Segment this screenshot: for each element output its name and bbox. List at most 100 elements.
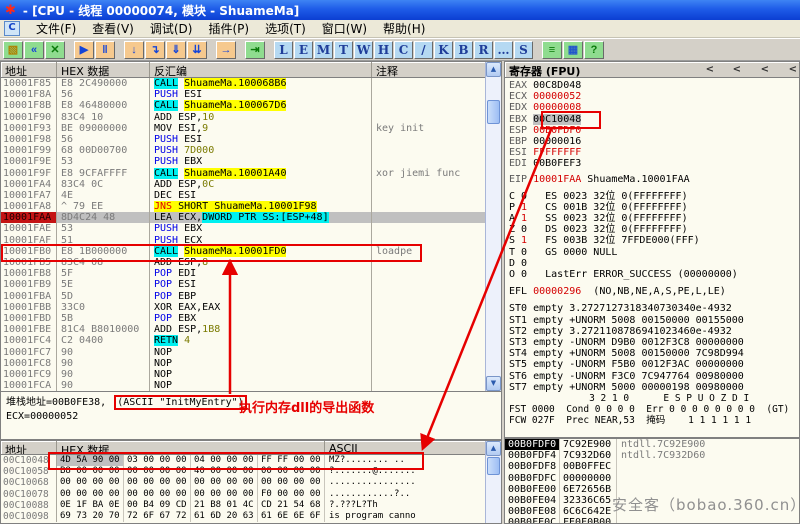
disasm-row[interactable]: 10001FBB33C0XOR EAX,EAX (1, 302, 485, 313)
disasm-row[interactable]: 10001F9E53PUSH EBX (1, 156, 485, 167)
disasm-row[interactable]: 10001FC790NOP (1, 347, 485, 358)
disasm-row[interactable]: 10001F93BE 09000000MOV ESI,9key init (1, 123, 485, 134)
source-window-button[interactable]: S (514, 41, 533, 59)
disasm-row[interactable]: 10001FA74EDEC ESI (1, 190, 485, 201)
disasm-row[interactable]: 10001FB95EPOP ESI (1, 279, 485, 290)
menu-item-1[interactable]: 查看(V) (84, 20, 142, 37)
register-efl[interactable]: EFL 00000296 (NO,NB,NE,A,S,PE,L,LE) (509, 286, 799, 297)
go-to-eip-button[interactable]: ⇥ (245, 41, 265, 59)
threads-window-button[interactable]: T (334, 41, 353, 59)
hexdump-scrollbar[interactable]: ▲ (485, 441, 501, 523)
register-esi[interactable]: ESI FFFFFFFF (509, 147, 799, 158)
disasm-row[interactable]: 10001FB85FPOP EDI (1, 268, 485, 279)
call-stack-window-button[interactable]: K (434, 41, 453, 59)
appearance-button[interactable]: ▦ (563, 41, 583, 59)
register-ecx[interactable]: ECX 00000052 (509, 91, 799, 102)
breakpoints-window-button[interactable]: B (454, 41, 473, 59)
stack-row[interactable]: 00B0FDF800B0FFEC (505, 461, 799, 472)
stack-row[interactable]: 00B0FE0432336C65 (505, 495, 799, 506)
collapse-arrow-icon[interactable]: < (789, 64, 797, 75)
flag-A[interactable]: A 1 SS 0023 32位 0(FFFFFFFF) (509, 213, 799, 224)
logging-options-button[interactable]: ≡ (542, 41, 562, 59)
pause-button[interactable]: ‖ (95, 41, 115, 59)
flag-Z[interactable]: Z 0 DS 0023 32位 0(FFFFFFFF) (509, 224, 799, 235)
stack-row[interactable]: 00B0FDFC00000000 (505, 473, 799, 484)
disasm-row[interactable]: 10001FAA8D4C24 48LEA ECX,DWORD PTR SS:[E… (1, 212, 485, 223)
memory-window-button[interactable]: M (314, 41, 333, 59)
disassembly-scrollbar[interactable]: ▲ ▼ (485, 62, 501, 391)
step-into-button[interactable]: ↓ (124, 41, 144, 59)
disasm-row[interactable]: 10001F9968 00D00700PUSH 7D000 (1, 145, 485, 156)
disasm-row[interactable]: 10001F9856PUSH ESI (1, 134, 485, 145)
patches-window-button[interactable]: / (414, 41, 433, 59)
hexdump-row[interactable]: 00C1009869 73 20 7072 6F 67 7261 6D 20 6… (1, 511, 485, 522)
stack-row[interactable]: 00B0FE0CFE0F0B00 (505, 517, 799, 524)
hexdump-row[interactable]: 00C100880E 1F BA 0E00 B4 09 CD21 B8 01 4… (1, 500, 485, 511)
hexdump-row[interactable]: 00C100484D 5A 90 0003 00 00 0004 00 00 0… (1, 455, 485, 466)
scroll-up-icon[interactable]: ▲ (486, 62, 501, 77)
disasm-row[interactable]: 10001FBD5BPOP EBX (1, 313, 485, 324)
register-edx[interactable]: EDX 00000008 (509, 102, 799, 113)
fpu-bits-header[interactable]: 3 2 1 0 E S P U O Z D I (509, 393, 799, 404)
flag-D[interactable]: D 0 (509, 258, 799, 269)
disasm-row[interactable]: 10001FC4C2 0400RETN 4 (1, 335, 485, 346)
disasm-row[interactable]: 10001FAE53PUSH EBX (1, 223, 485, 234)
register-st6[interactable]: ST6 empty -UNORM F3C0 7C947764 00980000 (509, 371, 799, 382)
register-fst[interactable]: FST 0000 Cond 0 0 0 0 Err 0 0 0 0 0 0 0 … (509, 404, 799, 415)
flag-S[interactable]: S 1 FS 003B 32位 7FFDE000(FFF) (509, 235, 799, 246)
disasm-row[interactable]: 10001FBA5DPOP EBP (1, 291, 485, 302)
register-edi[interactable]: EDI 00B0FEF3 (509, 158, 799, 169)
disasm-row[interactable]: 10001FB583C4 08ADD ESP,8 (1, 257, 485, 268)
register-st4[interactable]: ST4 empty +UNORM 5008 00150000 7C98D994 (509, 348, 799, 359)
menu-item-2[interactable]: 调试(D) (142, 20, 201, 37)
flag-P[interactable]: P 1 CS 001B 32位 0(FFFFFFFF) (509, 202, 799, 213)
flag-T[interactable]: T 0 GS 0000 NULL (509, 247, 799, 258)
menu-item-5[interactable]: 窗口(W) (314, 20, 375, 37)
run-button[interactable]: ▶ (74, 41, 94, 59)
stack-row[interactable]: 00B0FDF07C92E900ntdll.7C92E900 (505, 439, 799, 450)
collapse-arrow-icon[interactable]: < (761, 64, 769, 75)
register-st1[interactable]: ST1 empty +UNORM 5008 00150000 00155000 (509, 315, 799, 326)
scrollbar-thumb[interactable] (487, 100, 500, 124)
collapse-arrow-icon[interactable]: < (706, 64, 714, 75)
restart-button[interactable]: « (24, 41, 44, 59)
disasm-row[interactable]: 10001F9FE8 9CFAFFFFCALL ShuameMa.10001A4… (1, 168, 485, 179)
disasm-row[interactable]: 10001FC990NOP (1, 369, 485, 380)
menu-item-0[interactable]: 文件(F) (28, 20, 84, 37)
help-button[interactable]: ? (584, 41, 604, 59)
disasm-row[interactable]: 10001FC890NOP (1, 358, 485, 369)
scroll-up-icon[interactable]: ▲ (486, 441, 501, 456)
disasm-row[interactable]: 10001FAF51PUSH ECX (1, 235, 485, 246)
cpu-window-button[interactable]: C (394, 41, 413, 59)
menu-item-4[interactable]: 选项(T) (257, 20, 314, 37)
register-st7[interactable]: ST7 empty +UNORM 5000 00000198 00980000 (509, 382, 799, 393)
run-trace-window-button[interactable]: … (494, 41, 513, 59)
scrollbar-thumb[interactable] (487, 457, 500, 475)
disasm-row[interactable]: 10001FA483C4 0CADD ESP,0C (1, 179, 485, 190)
animate-over-button[interactable]: ⇊ (187, 41, 207, 59)
animate-into-button[interactable]: ⇓ (166, 41, 186, 59)
flag-O[interactable]: O 0 LastErr ERROR_SUCCESS (00000000) (509, 269, 799, 280)
register-ebx[interactable]: EBX 00C10048 (509, 114, 799, 125)
register-ebp[interactable]: EBP 00000016 (509, 136, 799, 147)
stack-row[interactable]: 00B0FE006E72656B (505, 484, 799, 495)
stack-row[interactable]: 00B0FDF47C932D60ntdll.7C932D60 (505, 450, 799, 461)
register-st5[interactable]: ST5 empty -UNORM F5B0 0012F3AC 00000000 (509, 359, 799, 370)
disasm-row[interactable]: 10001F9083C4 10ADD ESP,10 (1, 112, 485, 123)
disasm-row[interactable]: 10001FCA90NOP (1, 380, 485, 391)
column-header-dump-hex[interactable]: HEX 数据 (57, 441, 325, 454)
step-over-button[interactable]: ↴ (145, 41, 165, 59)
disasm-row[interactable]: 10001F8A56PUSH ESI (1, 89, 485, 100)
until-return-button[interactable]: → (216, 41, 236, 59)
register-esp[interactable]: ESP 00B0FDF0 (509, 125, 799, 136)
column-header-address[interactable]: 地址 (1, 62, 57, 77)
stack-row[interactable]: 00B0FE086C6C642E (505, 506, 799, 517)
register-st0[interactable]: ST0 empty 3.2727127318340730340e-4932 (509, 303, 799, 314)
menu-item-3[interactable]: 插件(P) (200, 20, 257, 37)
executables-window-button[interactable]: E (294, 41, 313, 59)
flag-C[interactable]: C 0 ES 0023 32位 0(FFFFFFFF) (509, 191, 799, 202)
column-header-disasm[interactable]: 反汇编 (150, 62, 372, 77)
disasm-row[interactable]: 10001FB0E8 1B000000CALL ShuameMa.10001FD… (1, 246, 485, 257)
handles-window-button[interactable]: H (374, 41, 393, 59)
register-st3[interactable]: ST3 empty -UNORM D9B0 0012F3C8 00000000 (509, 337, 799, 348)
